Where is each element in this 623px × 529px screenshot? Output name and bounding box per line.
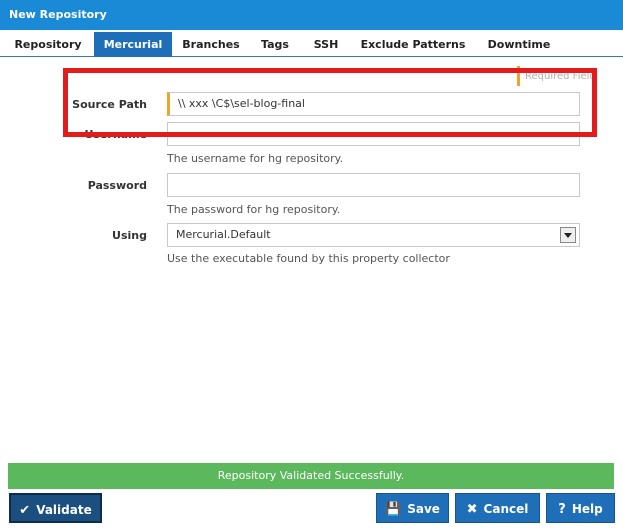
using-label: Using: [112, 229, 147, 242]
check-circle-icon: ✔: [19, 503, 31, 518]
floppy-icon: 💾: [385, 502, 402, 517]
cancel-label: Cancel: [483, 502, 529, 516]
password-field[interactable]: [167, 173, 580, 197]
tab-repository[interactable]: Repository: [8, 32, 88, 57]
validate-button[interactable]: ✔ Validate: [9, 493, 102, 523]
chevron-down-icon[interactable]: [560, 227, 576, 243]
using-select[interactable]: Mercurial.Default: [167, 223, 580, 247]
tab-downtime[interactable]: Downtime: [480, 32, 558, 57]
highlight-box: [63, 68, 597, 137]
using-select-value: Mercurial.Default: [176, 228, 271, 241]
using-help: Use the executable found by this propert…: [167, 252, 450, 265]
help-button[interactable]: ? Help: [546, 493, 615, 523]
save-label: Save: [407, 502, 440, 516]
question-circle-icon: ?: [558, 502, 566, 517]
username-help: The username for hg repository.: [167, 152, 344, 165]
validation-status: Repository Validated Successfully.: [8, 463, 614, 489]
password-label: Password: [87, 179, 147, 192]
password-help: The password for hg repository.: [167, 203, 341, 216]
save-button[interactable]: 💾 Save: [376, 493, 449, 523]
tab-bar: Repository Mercurial Branches Tags SSH E…: [0, 30, 623, 57]
cancel-button[interactable]: ✖ Cancel: [455, 493, 540, 523]
tab-tags[interactable]: Tags: [254, 32, 296, 57]
help-label: Help: [571, 502, 603, 516]
window-title: New Repository: [0, 0, 623, 30]
validate-label: Validate: [36, 503, 92, 517]
x-icon: ✖: [466, 502, 478, 517]
tab-exclude-patterns[interactable]: Exclude Patterns: [357, 32, 469, 57]
tab-ssh[interactable]: SSH: [306, 32, 346, 57]
tab-mercurial[interactable]: Mercurial: [94, 32, 172, 57]
tab-branches[interactable]: Branches: [178, 32, 244, 57]
